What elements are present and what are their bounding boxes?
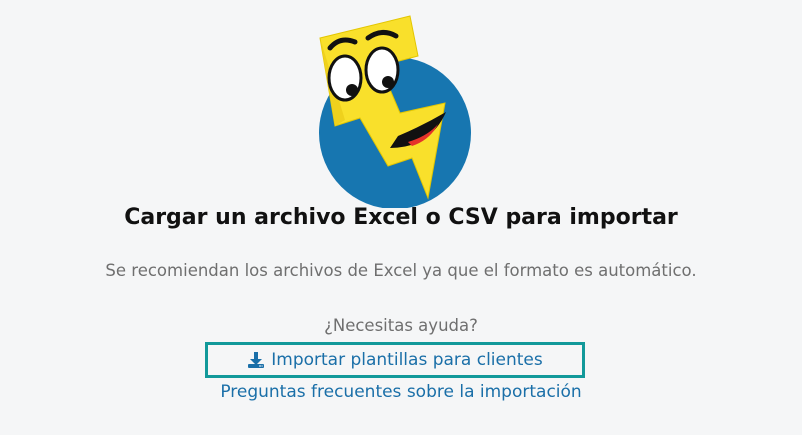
faq-link[interactable]: Preguntas frecuentes sobre la importació… xyxy=(0,382,802,402)
import-templates-label: Importar plantillas para clientes xyxy=(271,350,543,370)
download-icon xyxy=(247,351,265,369)
import-page: Cargar un archivo Excel o CSV para impor… xyxy=(0,0,802,435)
help-question: ¿Necesitas ayuda? xyxy=(324,316,478,335)
import-templates-link[interactable]: Importar plantillas para clientes xyxy=(205,342,585,378)
upload-hint: Se recomiendan los archivos de Excel ya … xyxy=(105,261,697,280)
excel-mascot-icon xyxy=(319,15,471,208)
page-title: Cargar un archivo Excel o CSV para impor… xyxy=(124,205,678,230)
